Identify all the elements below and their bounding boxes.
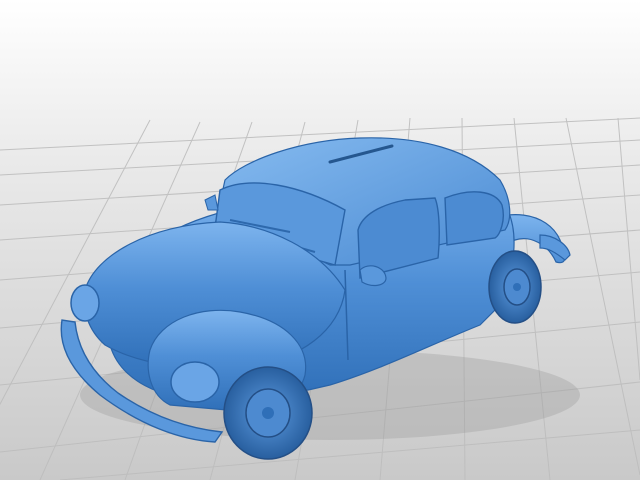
model-render-canvas <box>0 0 640 480</box>
render-viewport[interactable] <box>0 0 640 480</box>
side-window-rear <box>444 191 504 246</box>
headlight-left <box>70 284 100 322</box>
front-wheel <box>223 366 313 460</box>
headlight-right <box>170 361 220 403</box>
rear-wheel <box>488 250 542 324</box>
